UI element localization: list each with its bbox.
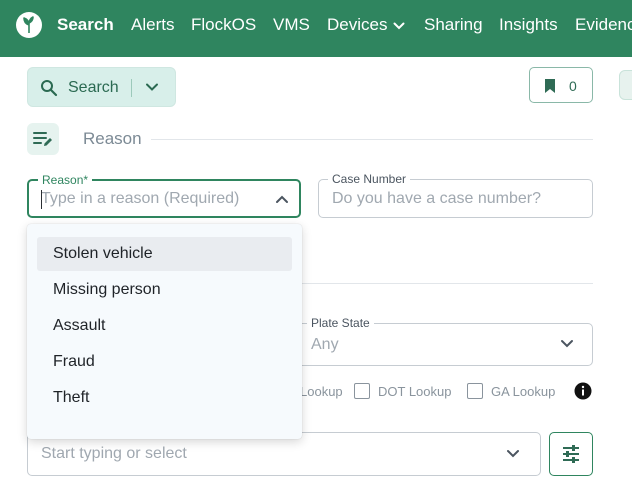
flock-logo-icon[interactable] (16, 12, 42, 38)
option-missing-person[interactable]: Missing person (37, 273, 292, 307)
option-fraud[interactable]: Fraud (37, 345, 292, 379)
chevron-down-icon (393, 22, 405, 29)
saved-searches-button[interactable]: 0 (529, 67, 593, 103)
search-mode-label: Search (68, 79, 119, 96)
bookmark-icon (545, 79, 555, 93)
section-divider (151, 139, 593, 140)
chevron-down-icon[interactable] (145, 80, 159, 94)
option-assault[interactable]: Assault (37, 309, 292, 343)
nav-item-evidence[interactable]: Evidence (575, 15, 632, 35)
lookup-label: Lookup (300, 383, 343, 399)
checkbox-box[interactable] (354, 383, 370, 399)
plate-state-label: Plate State (307, 316, 374, 330)
ga-lookup-label: GA Lookup (491, 383, 556, 399)
nav-item-devices-label: Devices (327, 15, 388, 34)
nav-item-insights[interactable]: Insights (499, 15, 558, 35)
nav-item-alerts[interactable]: Alerts (131, 15, 174, 35)
dot-lookup-checkbox[interactable]: DOT Lookup (354, 382, 451, 400)
nav-item-sharing[interactable]: Sharing (424, 15, 483, 35)
filters-button[interactable] (549, 432, 593, 476)
chevron-down-icon (507, 450, 519, 458)
case-number-field[interactable]: Case Number Do you have a case number? (318, 172, 593, 218)
top-navigation: Search Alerts FlockOS VMS Devices Sharin… (0, 0, 632, 57)
nav-item-devices[interactable]: Devices (327, 15, 405, 35)
option-stolen-vehicle[interactable]: Stolen vehicle (37, 237, 292, 271)
reason-combobox[interactable]: Reason* Type in a reason (Required) (27, 173, 301, 218)
nav-item-search[interactable]: Search (57, 15, 114, 35)
checkbox-box[interactable] (467, 383, 483, 399)
lookup-checkbox[interactable]: Lookup (300, 382, 343, 400)
side-panel-toggle[interactable] (619, 70, 632, 100)
ga-lookup-checkbox[interactable]: GA Lookup (467, 382, 555, 400)
text-cursor (41, 190, 42, 209)
nav-item-flockos[interactable]: FlockOS (191, 15, 256, 35)
required-mark: * (83, 173, 89, 187)
reason-placeholder: Type in a reason (Required) (41, 190, 240, 207)
sliders-icon (563, 445, 579, 463)
search-mode-button[interactable]: Search (27, 67, 176, 107)
option-theft[interactable]: Theft (37, 381, 292, 415)
reason-label-text: Reason (42, 173, 84, 187)
nav-item-vms[interactable]: VMS (273, 15, 310, 35)
search-icon (41, 80, 58, 97)
divider (131, 79, 132, 97)
edit-notes-icon (27, 123, 59, 155)
case-number-label: Case Number (328, 172, 411, 186)
reason-options-list: Stolen vehicle Missing person Assault Fr… (27, 224, 302, 439)
chevron-up-icon[interactable] (275, 194, 289, 204)
search-criteria-placeholder: Start typing or select (41, 445, 187, 462)
reason-field-label: Reason* (38, 173, 93, 187)
info-icon[interactable] (574, 382, 592, 400)
case-number-placeholder: Do you have a case number? (332, 190, 542, 207)
bookmark-count: 0 (569, 78, 577, 94)
chevron-down-icon (561, 340, 573, 348)
plate-state-select[interactable]: Plate State Any (282, 316, 593, 366)
dot-lookup-label: DOT Lookup (378, 383, 452, 399)
section-title-reason: Reason (83, 129, 142, 148)
plate-state-value: Any (311, 336, 339, 353)
